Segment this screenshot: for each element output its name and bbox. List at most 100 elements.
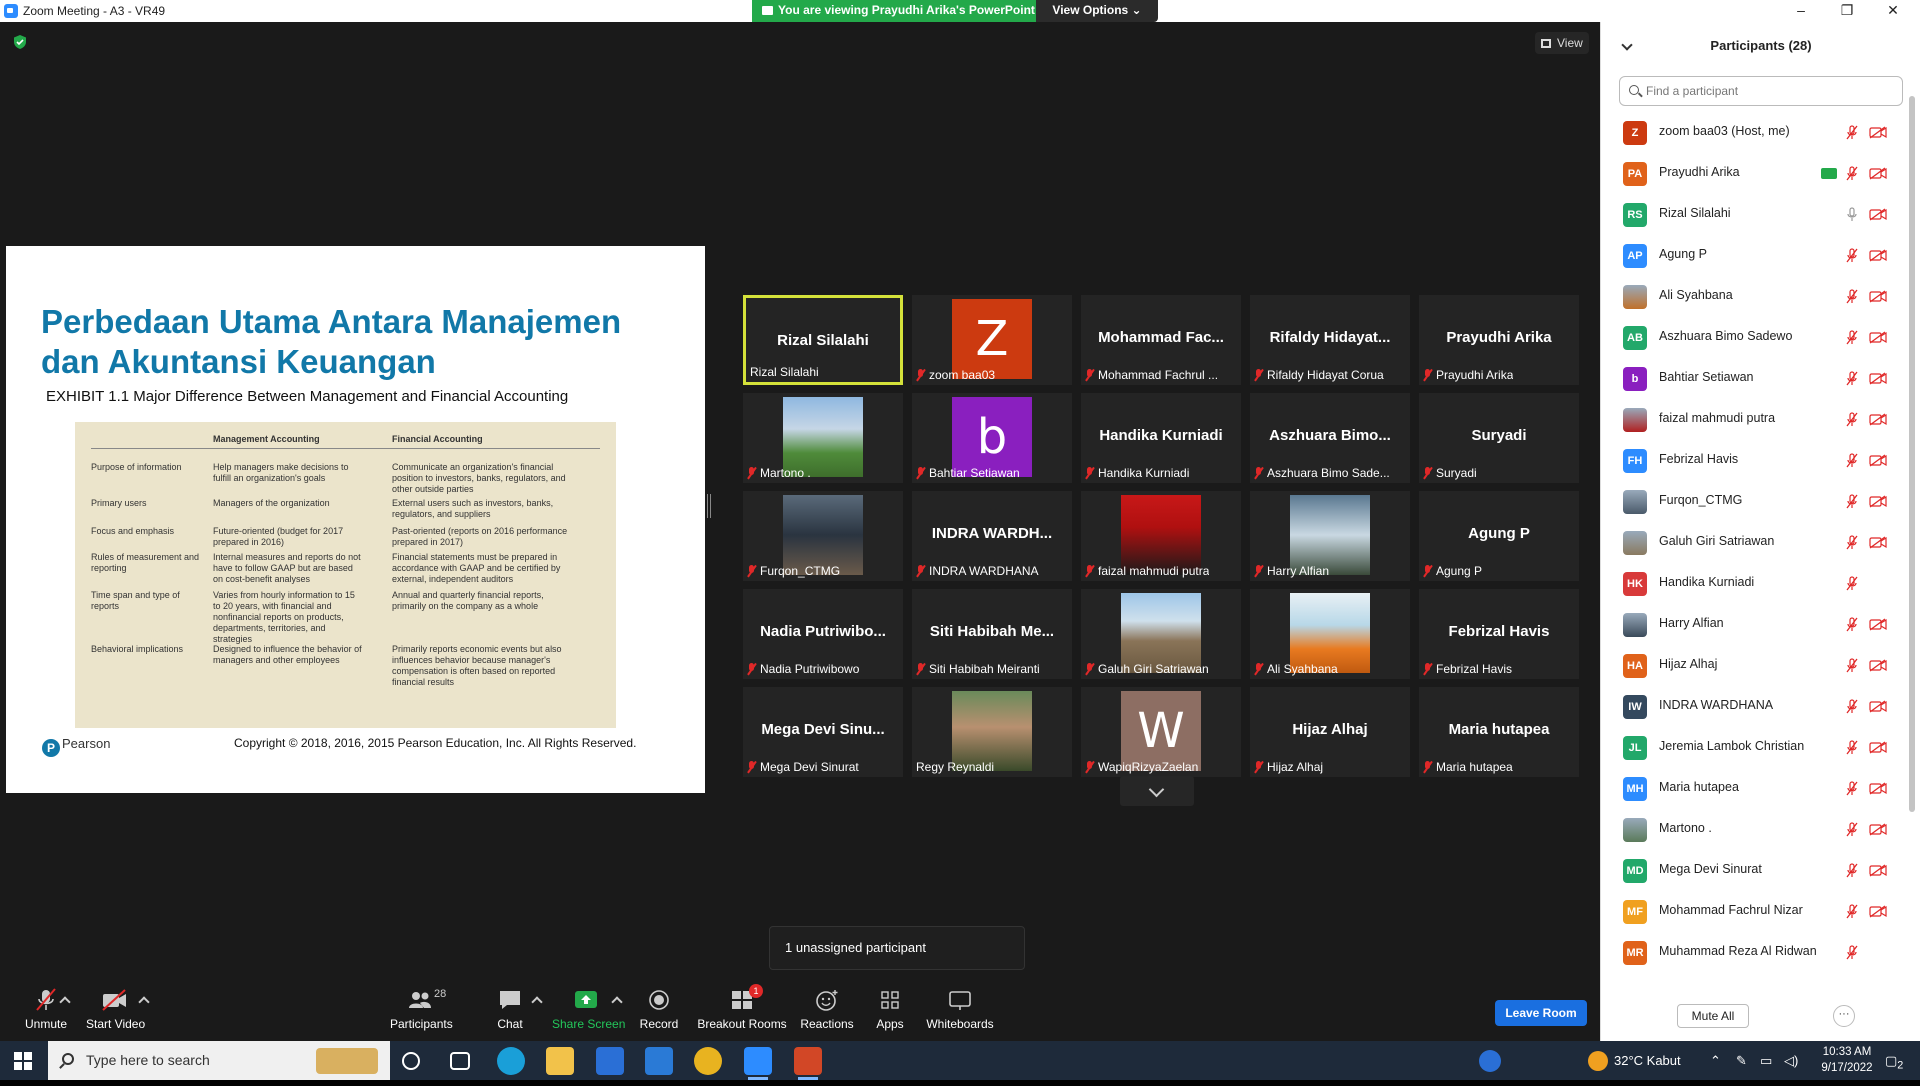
taskbar-search-box[interactable]: Type here to search <box>48 1041 390 1080</box>
muted-mic-icon[interactable] <box>1845 699 1859 714</box>
video-tile[interactable]: Ali Syahbana <box>1250 589 1410 679</box>
video-tile[interactable]: Harry Alfian <box>1250 491 1410 581</box>
video-tile[interactable]: W WapiqRizyaZaelan <box>1081 687 1241 777</box>
whiteboards-button[interactable]: Whiteboards <box>915 988 1005 1031</box>
mute-all-button[interactable]: Mute All <box>1677 1004 1749 1028</box>
reactions-button[interactable]: Reactions <box>797 988 857 1031</box>
muted-mic-icon[interactable] <box>1845 289 1859 304</box>
more-options-button[interactable]: ··· <box>1833 1005 1855 1027</box>
muted-mic-icon[interactable] <box>1845 125 1859 140</box>
muted-mic-icon[interactable] <box>1845 371 1859 386</box>
tray-chevron-icon[interactable]: ⌃ <box>1710 1041 1721 1080</box>
video-off-icon[interactable] <box>1869 741 1887 754</box>
participant-row[interactable]: Harry Alfian <box>1601 604 1909 645</box>
video-off-icon[interactable] <box>1869 782 1887 795</box>
participant-row[interactable]: HA Hijaz Alhaj <box>1601 645 1909 686</box>
participant-row[interactable]: Ali Syahbana <box>1601 276 1909 317</box>
video-tile[interactable]: Mohammad Fac... Mohammad Fachrul ... <box>1081 295 1241 385</box>
microsoft-store-icon[interactable] <box>596 1047 624 1075</box>
muted-mic-icon[interactable] <box>1845 658 1859 673</box>
muted-mic-icon[interactable] <box>1845 945 1859 960</box>
participant-row[interactable]: IW INDRA WARDHANA <box>1601 686 1909 727</box>
gallery-next-page-button[interactable] <box>1120 776 1194 806</box>
participant-row[interactable]: JL Jeremia Lambok Christian <box>1601 727 1909 768</box>
participant-row[interactable]: Furqon_CTMG <box>1601 481 1909 522</box>
muted-mic-icon[interactable] <box>1845 904 1859 919</box>
chrome-icon[interactable] <box>694 1047 722 1075</box>
video-off-icon[interactable] <box>1869 290 1887 303</box>
video-tile[interactable]: faizal mahmudi putra <box>1081 491 1241 581</box>
muted-mic-icon[interactable] <box>1845 248 1859 263</box>
video-tile[interactable]: Zzoom baa03 <box>912 295 1072 385</box>
video-tile[interactable]: Martono . <box>743 393 903 483</box>
weather-icon[interactable] <box>1588 1051 1608 1071</box>
video-off-icon[interactable] <box>1869 413 1887 426</box>
mail-icon[interactable] <box>645 1047 673 1075</box>
help-icon[interactable] <box>1479 1050 1501 1072</box>
video-tile[interactable]: Nadia Putriwibo... Nadia Putriwibowo <box>743 589 903 679</box>
muted-mic-icon[interactable] <box>1845 494 1859 509</box>
video-off-icon[interactable] <box>1869 618 1887 631</box>
participant-row[interactable]: Martono . <box>1601 809 1909 850</box>
video-off-icon[interactable] <box>1869 372 1887 385</box>
view-button[interactable]: View <box>1535 32 1589 54</box>
share-screen-button[interactable]: Share Screen <box>552 988 625 1031</box>
participant-row[interactable]: Zzoom baa03 (Host, me) <box>1601 112 1909 153</box>
powerpoint-icon[interactable] <box>794 1047 822 1080</box>
muted-mic-icon[interactable] <box>1845 863 1859 878</box>
breakout-rooms-button[interactable]: 1 Breakout Rooms <box>697 984 787 1031</box>
file-explorer-icon[interactable] <box>546 1047 574 1075</box>
unmute-button[interactable]: Unmute <box>18 988 74 1031</box>
muted-mic-icon[interactable] <box>1845 166 1859 181</box>
notifications-icon[interactable]: ▢2 <box>1885 1041 1903 1086</box>
video-tile[interactable]: b Bahtiar Setiawan <box>912 393 1072 483</box>
close-button[interactable]: ✕ <box>1870 0 1916 22</box>
participant-row[interactable]: PA Prayudhi Arika <box>1601 153 1909 194</box>
video-off-icon[interactable] <box>1869 700 1887 713</box>
video-tile[interactable]: Mega Devi Sinu... Mega Devi Sinurat <box>743 687 903 777</box>
video-tile[interactable]: Handika Kurniadi Handika Kurniadi <box>1081 393 1241 483</box>
participant-row[interactable]: MF Mohammad Fachrul Nizar <box>1601 891 1909 932</box>
participant-row[interactable]: HK Handika Kurniadi <box>1601 563 1909 604</box>
security-shield-icon[interactable] <box>12 34 28 50</box>
participant-row[interactable]: MR Muhammad Reza Al Ridwan <box>1601 932 1909 973</box>
video-tile[interactable]: Rifaldy Hidayat... Rifaldy Hidayat Corua <box>1250 295 1410 385</box>
video-tile[interactable]: Furqon_CTMG <box>743 491 903 581</box>
view-options-button[interactable]: View Options ⌄ <box>1036 0 1158 22</box>
muted-mic-icon[interactable] <box>1845 617 1859 632</box>
participant-row[interactable]: Galuh Giri Satriawan <box>1601 522 1909 563</box>
participant-row[interactable]: b Bahtiar Setiawan <box>1601 358 1909 399</box>
video-tile[interactable]: INDRA WARDH... INDRA WARDHANA <box>912 491 1072 581</box>
muted-mic-icon[interactable] <box>1845 822 1859 837</box>
participant-row[interactable]: AB Aszhuara Bimo Sadewo <box>1601 317 1909 358</box>
weather-text[interactable]: 32°C Kabut <box>1614 1041 1681 1080</box>
video-tile[interactable]: Febrizal Havis Febrizal Havis <box>1419 589 1579 679</box>
windows-start-icon[interactable] <box>14 1052 32 1070</box>
edge-browser-icon[interactable] <box>497 1047 525 1075</box>
task-view-icon[interactable] <box>450 1052 470 1070</box>
video-tile[interactable]: Suryadi Suryadi <box>1419 393 1579 483</box>
participant-row[interactable]: AP Agung P <box>1601 235 1909 276</box>
muted-mic-icon[interactable] <box>1845 412 1859 427</box>
zoom-taskbar-icon[interactable] <box>744 1047 772 1080</box>
video-tile[interactable]: Siti Habibah Me... Siti Habibah Meiranti <box>912 589 1072 679</box>
participant-row[interactable]: FH Febrizal Havis <box>1601 440 1909 481</box>
apps-button[interactable]: Apps <box>865 988 915 1031</box>
taskbar-clock[interactable]: 10:33 AM 9/17/2022 <box>1817 1044 1877 1076</box>
video-tile[interactable]: Regy Reynaldi <box>912 687 1072 777</box>
video-tile[interactable]: Aszhuara Bimo... Aszhuara Bimo Sade... <box>1250 393 1410 483</box>
muted-mic-icon[interactable] <box>1845 330 1859 345</box>
video-off-icon[interactable] <box>1869 495 1887 508</box>
muted-mic-icon[interactable] <box>1845 535 1859 550</box>
video-off-icon[interactable] <box>1869 823 1887 836</box>
network-icon[interactable]: ▭ <box>1760 1041 1772 1080</box>
video-off-icon[interactable] <box>1869 126 1887 139</box>
video-off-icon[interactable] <box>1869 536 1887 549</box>
video-tile[interactable]: Rizal Silalahi Rizal Silalahi <box>743 295 903 385</box>
video-off-icon[interactable] <box>1869 167 1887 180</box>
video-off-icon[interactable] <box>1869 331 1887 344</box>
pen-icon[interactable]: ✎ <box>1736 1041 1747 1080</box>
leave-room-button[interactable]: Leave Room <box>1495 1000 1587 1026</box>
participants-button[interactable]: Participants 28 <box>390 988 453 1031</box>
video-tile[interactable]: Agung P Agung P <box>1419 491 1579 581</box>
